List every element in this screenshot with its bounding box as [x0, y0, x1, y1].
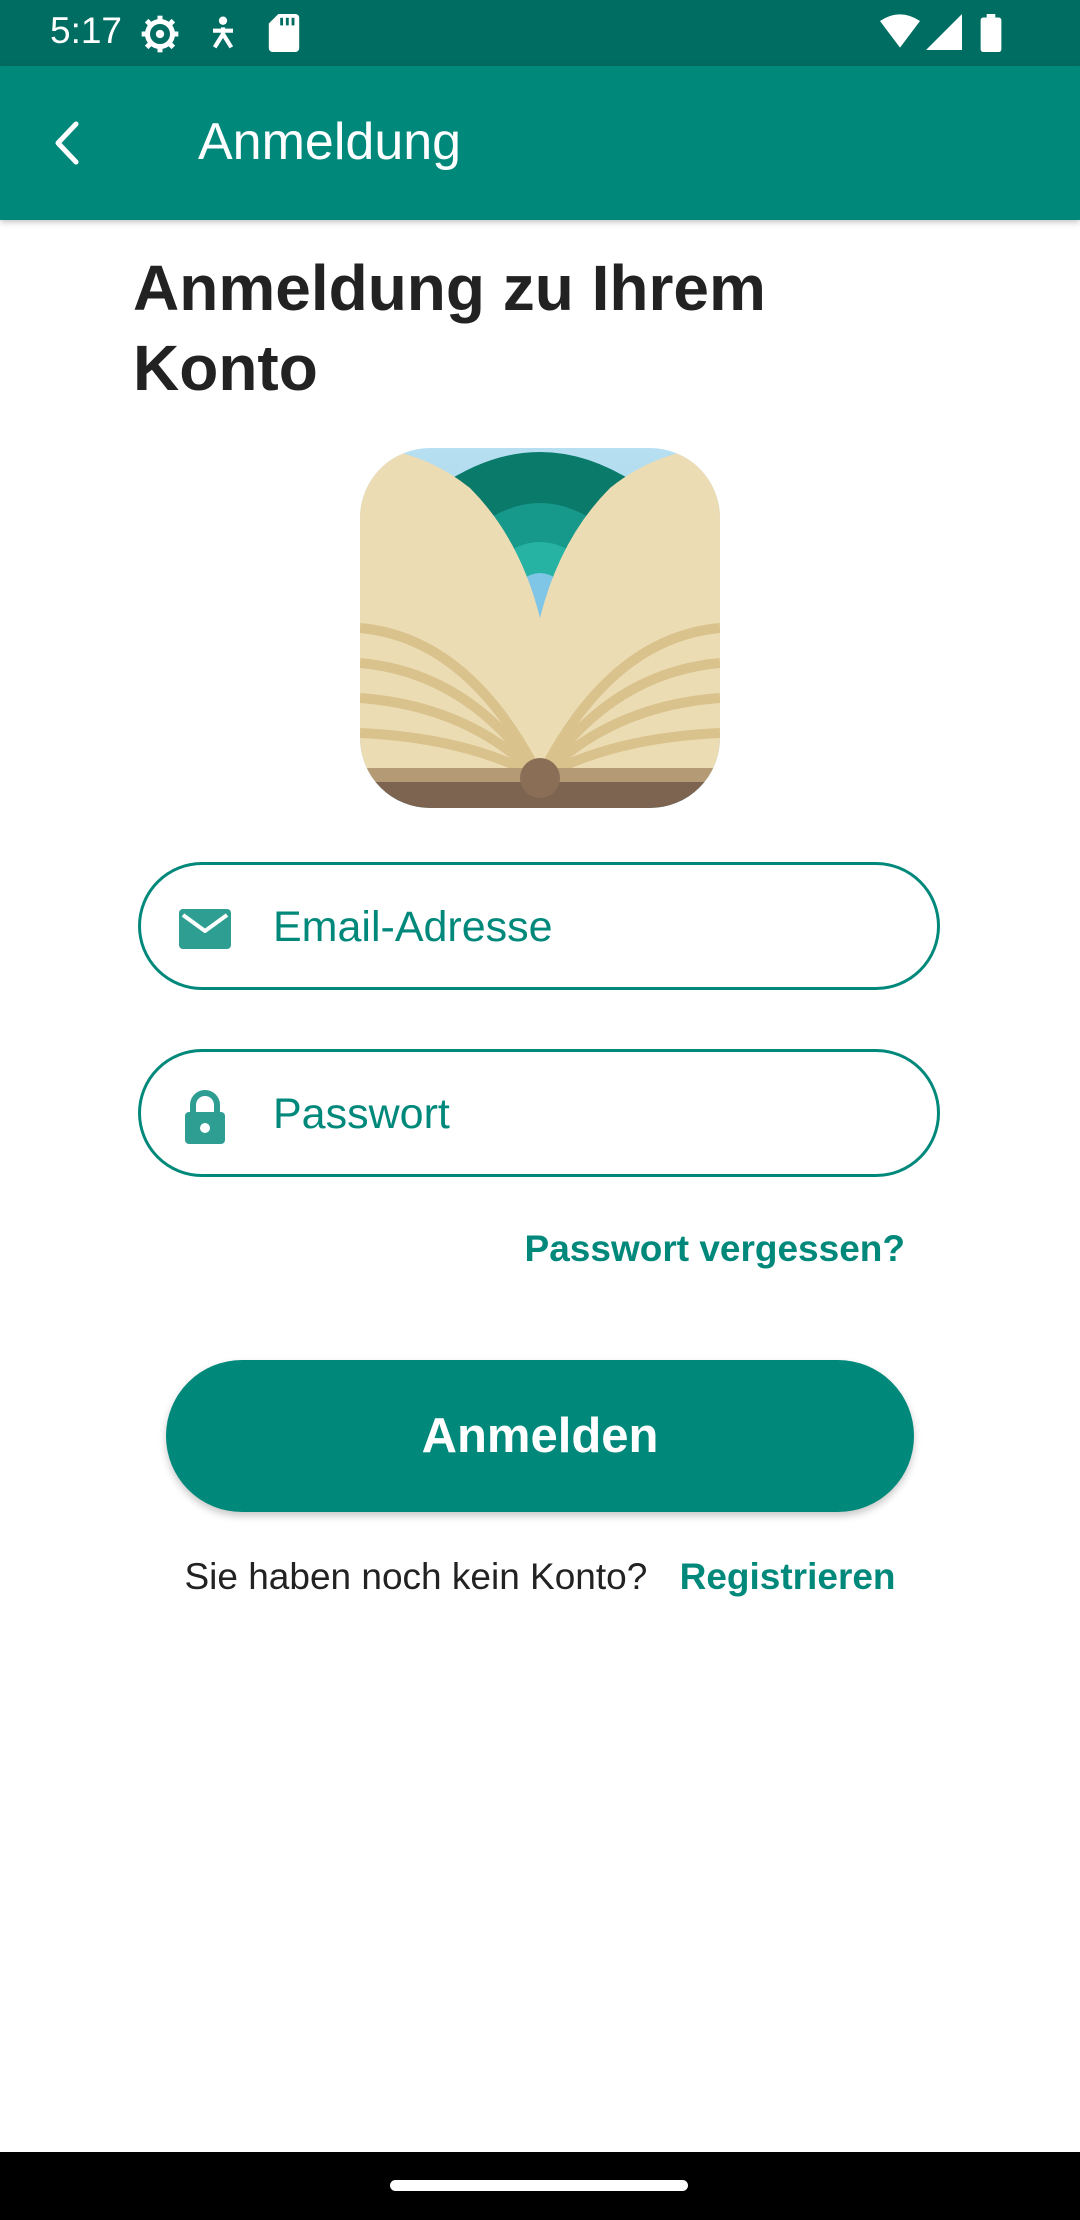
lock-icon — [185, 1090, 225, 1144]
login-button[interactable]: Anmelden — [166, 1360, 914, 1512]
page-title: Anmeldung zu Ihrem Konto — [133, 252, 766, 404]
wifi-icon — [880, 14, 920, 48]
no-account-text: Sie haben noch kein Konto? — [184, 1556, 648, 1597]
cellular-signal-icon — [926, 14, 962, 50]
back-button[interactable] — [34, 110, 100, 176]
app-logo — [360, 448, 720, 808]
accessibility-icon — [212, 16, 234, 49]
sd-card-icon — [268, 14, 300, 52]
password-input[interactable] — [273, 1072, 893, 1156]
email-field[interactable] — [138, 862, 940, 990]
home-gesture-pill[interactable] — [390, 2180, 688, 2191]
battery-icon — [980, 14, 1002, 52]
app-bar: Anmeldung — [0, 66, 1080, 220]
navigation-bar — [0, 2152, 1080, 2220]
forgot-password-link[interactable]: Passwort vergessen? — [525, 1228, 905, 1270]
register-row: Sie haben noch kein Konto? Registrieren — [0, 1556, 1080, 1598]
email-input[interactable] — [273, 885, 893, 969]
register-link[interactable]: Registrieren — [680, 1556, 896, 1597]
status-bar: 5:17 — [0, 0, 1080, 66]
app-bar-title: Anmeldung — [198, 113, 462, 171]
email-icon — [179, 909, 231, 949]
chevron-left-icon — [55, 121, 79, 165]
settings-gear-icon — [141, 15, 179, 53]
status-time: 5:17 — [50, 10, 123, 51]
password-field[interactable] — [138, 1049, 940, 1177]
